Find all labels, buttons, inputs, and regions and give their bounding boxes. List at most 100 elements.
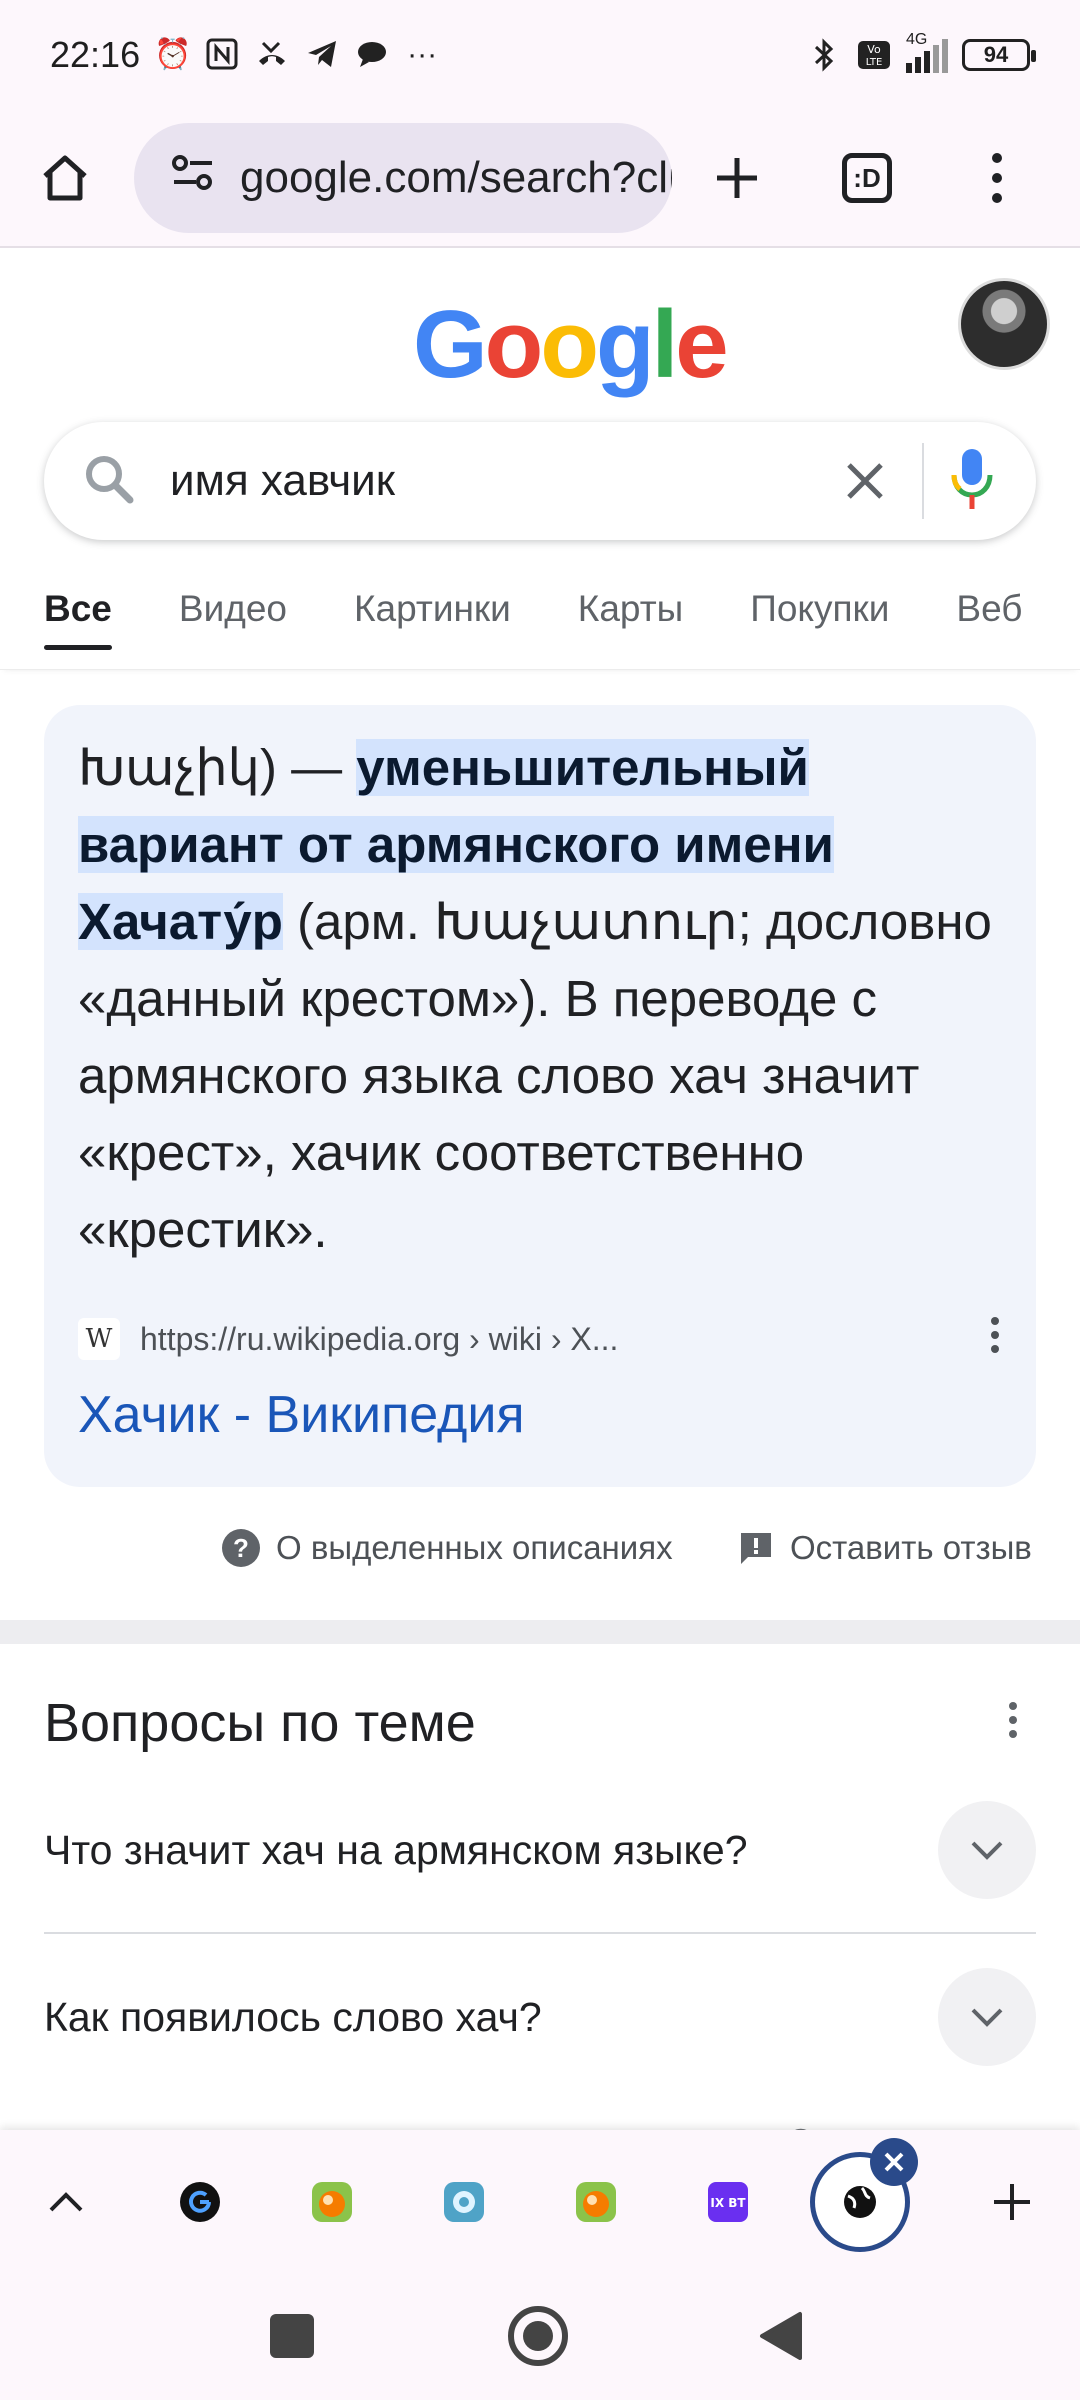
tab-site-blue[interactable] bbox=[426, 2164, 502, 2240]
tab-images[interactable]: Картинки bbox=[354, 570, 511, 669]
address-bar[interactable]: google.com/search?client bbox=[134, 123, 672, 233]
question-item[interactable]: Как появилось слово хач? bbox=[44, 1934, 1036, 2100]
ixbt-label: IX BT bbox=[710, 2196, 746, 2210]
feedback-row: ? О выделенных описаниях Оставить отзыв bbox=[0, 1525, 1080, 1585]
svg-text:Vo: Vo bbox=[867, 43, 881, 56]
clear-search-button[interactable] bbox=[820, 436, 910, 526]
logo-letter: o bbox=[540, 291, 599, 398]
network-type: 4G bbox=[906, 31, 928, 48]
search-tabs: Все Видео Картинки Карты Покупки Веб bbox=[0, 570, 1080, 670]
back-button[interactable] bbox=[758, 2310, 804, 2367]
logo-letter: o bbox=[484, 291, 544, 398]
blue-favicon-icon bbox=[444, 2182, 484, 2222]
question-item[interactable]: Что значит хач на армянском языке? bbox=[44, 1768, 1036, 1934]
more-vert-icon bbox=[991, 1317, 999, 1353]
help-icon: ? bbox=[222, 1529, 260, 1567]
tab-web[interactable]: Веб bbox=[956, 570, 1022, 669]
chevron-down-icon bbox=[971, 2008, 1003, 2027]
result-link[interactable]: Хачик - Википедия bbox=[78, 1385, 525, 1445]
tab-google[interactable] bbox=[162, 2164, 238, 2240]
tab-video[interactable]: Видео bbox=[179, 570, 287, 669]
tab-strip: IX BT bbox=[0, 2130, 1080, 2274]
home-nav-button[interactable] bbox=[508, 2306, 568, 2366]
tab-site-orange-2[interactable] bbox=[558, 2164, 634, 2240]
svg-text:LTE: LTE bbox=[866, 57, 883, 68]
telegram-icon bbox=[304, 37, 340, 73]
chat-icon bbox=[354, 37, 390, 73]
search-input[interactable]: имя хавчик bbox=[170, 456, 820, 506]
search-divider bbox=[922, 443, 924, 519]
orange-favicon-icon bbox=[576, 2182, 616, 2222]
expand-button[interactable] bbox=[938, 1801, 1036, 1899]
new-tab-button[interactable] bbox=[672, 113, 802, 243]
related-questions-title: Вопросы по теме bbox=[44, 1693, 476, 1753]
menu-button[interactable] bbox=[932, 113, 1062, 243]
tab-shopping[interactable]: Покупки bbox=[750, 570, 889, 669]
expand-button[interactable] bbox=[938, 1968, 1036, 2066]
home-icon bbox=[43, 155, 87, 201]
tab-count: :D bbox=[842, 153, 892, 203]
volte-icon: Vo LTE bbox=[856, 37, 892, 73]
alarm-icon: ⏰ bbox=[154, 38, 192, 71]
google-logo[interactable]: Google bbox=[413, 290, 729, 400]
more-vert-icon bbox=[992, 153, 1002, 203]
logo-letter: l bbox=[651, 291, 679, 398]
source-url[interactable]: https://ru.wikipedia.org › wiki › Х... bbox=[140, 1321, 618, 1358]
voice-search-icon[interactable] bbox=[950, 447, 994, 516]
plus-icon bbox=[994, 2184, 1030, 2220]
question-text: Что значит хач на армянском языке? bbox=[44, 1826, 748, 1873]
globe-icon bbox=[844, 2186, 876, 2218]
leave-feedback-label: Оставить отзыв bbox=[790, 1529, 1032, 1566]
close-icon bbox=[884, 2152, 904, 2172]
snippet-part-1: Խաչիկ) — bbox=[78, 739, 357, 796]
google-favicon-icon bbox=[180, 2182, 220, 2222]
avatar[interactable] bbox=[958, 278, 1050, 370]
google-header: Google bbox=[0, 250, 1080, 420]
chevron-down-icon bbox=[971, 1841, 1003, 1860]
tab-maps[interactable]: Карты bbox=[578, 570, 683, 669]
system-navigation-bar bbox=[0, 2274, 1080, 2400]
source-more-button[interactable] bbox=[988, 1315, 1002, 1363]
nfc-icon bbox=[204, 37, 240, 73]
missed-call-icon bbox=[254, 37, 290, 73]
question-text: Как появилось слово хач? bbox=[44, 1993, 542, 2040]
close-icon bbox=[847, 463, 883, 499]
logo-letter: G bbox=[413, 291, 488, 398]
related-more-button[interactable] bbox=[1006, 1700, 1020, 1745]
tab-all[interactable]: Все bbox=[44, 570, 112, 669]
about-snippets-button[interactable]: ? О выделенных описаниях bbox=[222, 1529, 673, 1567]
more-vert-icon bbox=[1009, 1702, 1017, 1738]
close-tab-button[interactable] bbox=[870, 2138, 918, 2186]
clock: 22:16 bbox=[50, 34, 141, 75]
site-settings-icon[interactable] bbox=[170, 150, 216, 207]
search-box[interactable]: имя хавчик bbox=[44, 422, 1036, 540]
logo-letter: g bbox=[595, 291, 655, 398]
leave-feedback-button[interactable]: Оставить отзыв bbox=[738, 1529, 1032, 1567]
status-bar: 22:16 ⏰ ··· Vo LTE 4G 94 bbox=[0, 0, 1080, 110]
signal-icon: 4G bbox=[906, 31, 948, 73]
tab-switcher-button[interactable]: :D bbox=[802, 113, 932, 243]
orange-favicon-icon bbox=[312, 2182, 352, 2222]
bluetooth-icon bbox=[806, 37, 842, 73]
snippet-text: Խաչիկ) — уменьшительный вариант от армян… bbox=[78, 729, 1002, 1268]
recents-button[interactable] bbox=[270, 2314, 314, 2358]
about-snippets-label: О выделенных описаниях bbox=[276, 1529, 673, 1566]
browser-toolbar: google.com/search?client :D bbox=[0, 110, 1080, 248]
more-notifications-icon: ··· bbox=[407, 38, 438, 71]
source-row[interactable]: W https://ru.wikipedia.org › wiki › Х... bbox=[78, 1315, 1002, 1363]
home-button[interactable] bbox=[0, 113, 130, 243]
logo-letter: e bbox=[675, 291, 728, 398]
ixbt-favicon-icon: IX BT bbox=[708, 2182, 748, 2222]
expand-tabs-button[interactable] bbox=[28, 2164, 104, 2240]
tab-site-orange[interactable] bbox=[294, 2164, 370, 2240]
section-separator bbox=[0, 1620, 1080, 1644]
add-tab-button[interactable] bbox=[974, 2164, 1050, 2240]
wikipedia-icon: W bbox=[78, 1318, 120, 1360]
tab-ixbt[interactable]: IX BT bbox=[690, 2164, 766, 2240]
home-nav-dot bbox=[523, 2321, 553, 2351]
related-questions: Вопросы по теме Что значит хач на армянс… bbox=[0, 1644, 1080, 2138]
back-triangle-icon bbox=[760, 2312, 802, 2360]
feedback-icon bbox=[741, 1533, 771, 1564]
chevron-up-icon bbox=[49, 2192, 83, 2212]
featured-snippet-card: Խաչիկ) — уменьшительный вариант от армян… bbox=[44, 705, 1036, 1487]
